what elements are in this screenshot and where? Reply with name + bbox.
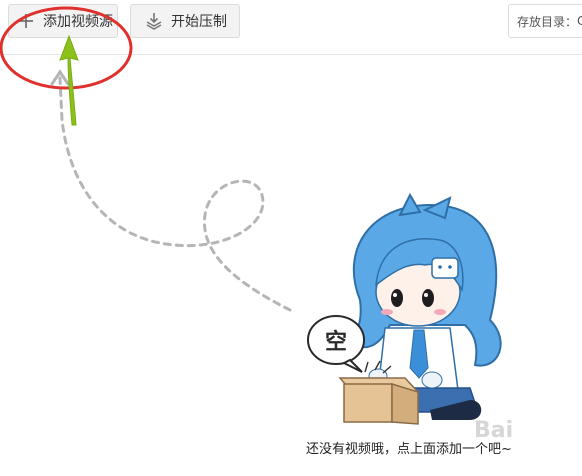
add-video-source-label: 添加视频源 xyxy=(43,14,113,30)
dashed-guide-path xyxy=(58,76,292,312)
plus-icon xyxy=(15,10,37,32)
empty-state-illustration: 空 xyxy=(0,6,502,425)
layers-download-icon xyxy=(143,10,165,32)
save-directory-label: 存放目录： xyxy=(517,14,578,29)
add-video-source-button[interactable]: 添加视频源 xyxy=(8,4,118,38)
save-directory-field[interactable]: 存放目录： C xyxy=(508,4,582,38)
save-directory-value: C xyxy=(577,14,582,28)
toolbar: 添加视频源 开始压制 存放目录： C xyxy=(0,0,582,55)
watermark-text: Bai xyxy=(474,418,514,443)
chibi-character xyxy=(338,192,502,425)
speech-bubble-text: 空 xyxy=(325,329,347,355)
speech-bubble: 空 xyxy=(307,315,365,373)
start-compress-button[interactable]: 开始压制 xyxy=(130,4,240,38)
start-compress-label: 开始压制 xyxy=(171,14,227,30)
dashed-arrowhead xyxy=(50,69,70,86)
app-window: 添加视频源 开始压制 存放目录： C xyxy=(0,0,582,476)
